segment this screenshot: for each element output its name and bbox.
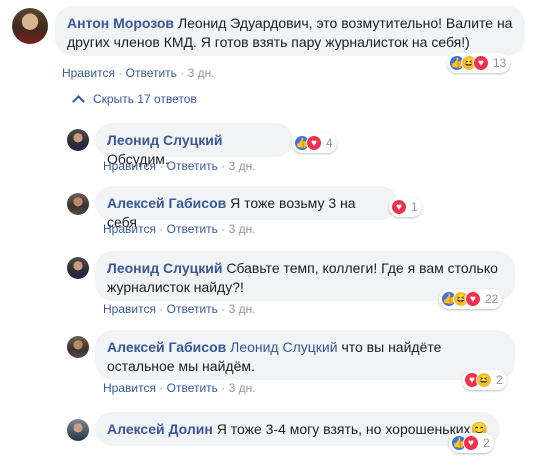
reply-text: Я тоже 3-4 могу взять, но хорошеньких — [216, 421, 471, 437]
reply-author[interactable]: Алексей Долин — [107, 421, 213, 437]
reaction-summary[interactable]: 👍 😆 ♥ 13 — [447, 53, 511, 73]
reply-bubble: Алексей Габисов Леонид Слуцкий что вы на… — [95, 330, 515, 380]
comment-author[interactable]: Антон Морозов — [67, 15, 174, 31]
timestamp[interactable]: 3 дн. — [229, 222, 256, 236]
like-link[interactable]: Нравится — [103, 381, 156, 395]
avatar[interactable] — [12, 8, 48, 44]
reply-actions: Нравится · Ответить · 3 дн. — [103, 381, 256, 395]
hide-replies-label: Скрыть 17 ответов — [93, 92, 197, 106]
reply-author[interactable]: Алексей Габисов — [107, 195, 226, 211]
avatar[interactable] — [67, 336, 89, 358]
reply-actions: Нравится · Ответить · 3 дн. — [103, 222, 256, 236]
love-reaction-icon: ♥ — [306, 135, 322, 151]
reply-link[interactable]: Ответить — [167, 302, 218, 316]
reply-actions: Нравится · Ответить · 3 дн. — [103, 159, 256, 173]
reply-bubble: Алексей Долин Я тоже 3-4 могу взять, но … — [95, 412, 500, 446]
comment-actions: Нравится · Ответить · 3 дн. — [62, 66, 215, 80]
timestamp[interactable]: 3 дн. — [229, 381, 256, 395]
reaction-summary[interactable]: 👍 ♥ 4 — [292, 133, 337, 153]
like-link[interactable]: Нравится — [103, 302, 156, 316]
reply-author[interactable]: Леонид Слуцкий — [107, 132, 222, 148]
chevron-up-icon — [72, 94, 85, 108]
reply-bubble: Леонид Слуцкий Обсудим. — [95, 123, 293, 167]
comment-bubble: Антон Морозов Леонид Эдуардович, это воз… — [55, 6, 525, 56]
reaction-summary[interactable]: 👍 ♥ 2 — [449, 433, 494, 453]
reply-author[interactable]: Леонид Слуцкий — [107, 260, 222, 276]
love-reaction-icon: ♥ — [465, 291, 481, 307]
like-link[interactable]: Нравится — [103, 222, 156, 236]
love-reaction-icon: ♥ — [391, 199, 407, 215]
reaction-count: 2 — [496, 373, 503, 387]
reply-author[interactable]: Алексей Габисов — [107, 339, 226, 355]
timestamp[interactable]: 3 дн. — [188, 66, 215, 80]
reaction-count: 13 — [493, 56, 507, 70]
reaction-count: 22 — [485, 292, 499, 306]
love-reaction-icon: ♥ — [473, 55, 489, 71]
user-mention[interactable]: Леонид Слуцкий — [230, 339, 337, 355]
reaction-count: 2 — [483, 436, 490, 450]
timestamp[interactable]: 3 дн. — [229, 159, 256, 173]
avatar[interactable] — [67, 257, 89, 279]
reply-link[interactable]: Ответить — [167, 159, 218, 173]
reaction-summary[interactable]: ♥ 1 — [389, 197, 422, 217]
love-reaction-icon: ♥ — [463, 435, 479, 451]
avatar[interactable] — [67, 193, 89, 215]
reply-link[interactable]: Ответить — [167, 381, 218, 395]
hide-replies-button[interactable]: Скрыть 17 ответов — [72, 92, 197, 108]
reaction-count: 4 — [326, 136, 333, 150]
like-link[interactable]: Нравится — [62, 66, 115, 80]
avatar[interactable] — [67, 419, 89, 441]
reply-link[interactable]: Ответить — [167, 222, 218, 236]
like-link[interactable]: Нравится — [103, 159, 156, 173]
haha-reaction-icon: 😆 — [476, 372, 492, 388]
reaction-summary[interactable]: ♥ 😆 2 — [462, 370, 507, 390]
reaction-count: 1 — [411, 200, 418, 214]
reply-bubble: Алексей Габисов Я тоже возьму 3 на себя — [95, 186, 398, 230]
reply-actions: Нравится · Ответить · 3 дн. — [103, 302, 256, 316]
reply-link[interactable]: Ответить — [126, 66, 177, 80]
avatar[interactable] — [67, 129, 89, 151]
timestamp[interactable]: 3 дн. — [229, 302, 256, 316]
reaction-summary[interactable]: 👍 😆 ♥ 22 — [439, 289, 503, 309]
